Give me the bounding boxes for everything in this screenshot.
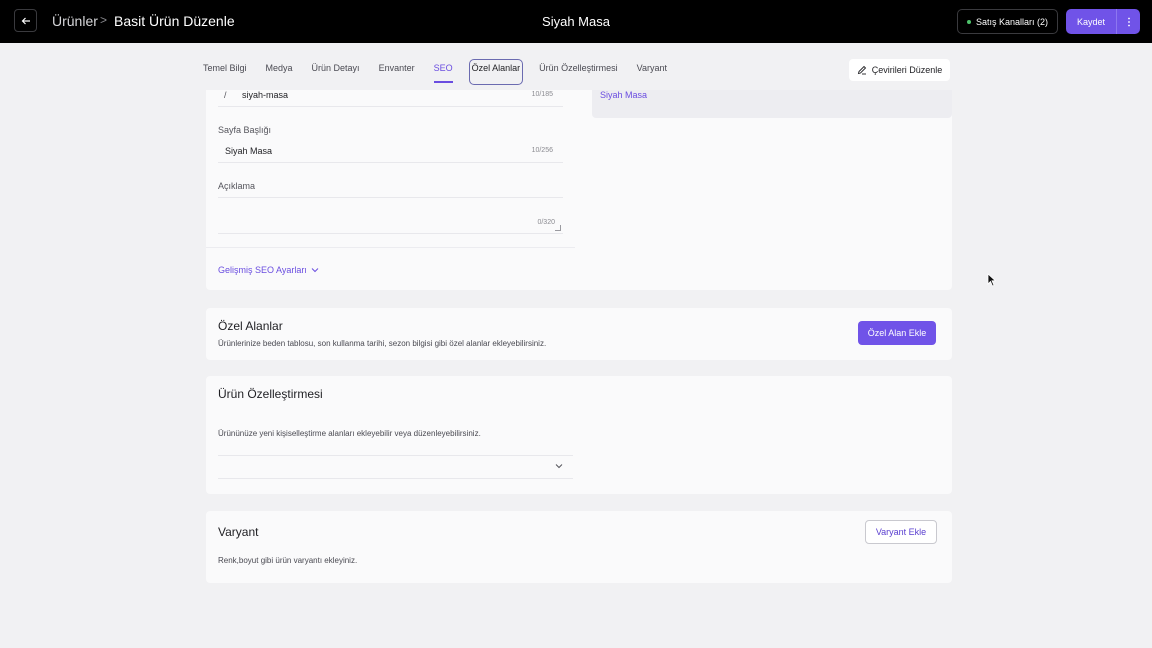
add-variant-button[interactable]: Varyant Ekle xyxy=(865,520,937,544)
description-label: Açıklama xyxy=(218,181,256,191)
page-title-char-count: 10/256 xyxy=(531,147,553,154)
seo-preview: Siyah Masa xyxy=(592,90,952,118)
seo-form: / siyah-masa 10/185 Sayfa Başlığı Siyah … xyxy=(206,90,575,248)
save-button-group: Kaydet xyxy=(1066,9,1140,34)
tab-envanter[interactable]: Envanter xyxy=(379,62,415,82)
pencil-icon xyxy=(857,65,866,75)
page-title-input[interactable]: Siyah Masa xyxy=(225,146,272,156)
advanced-seo-label: Gelişmiş SEO Ayarları xyxy=(218,265,307,275)
personalization-title: Ürün Özelleştirmesi xyxy=(218,387,323,401)
mouse-cursor-icon xyxy=(987,273,997,287)
tab-urun-detayi[interactable]: Ürün Detayı xyxy=(312,62,360,82)
seo-preview-title: Siyah Masa xyxy=(600,90,648,100)
top-bar: Ürünler > Basit Ürün Düzenle Siyah Masa … xyxy=(0,0,1152,43)
sales-channels-label: Satış Kanalları (2) xyxy=(975,16,1049,27)
sales-channels-button[interactable]: Satış Kanalları (2) xyxy=(957,9,1058,34)
advanced-seo-toggle[interactable]: Gelişmiş SEO Ayarları xyxy=(218,265,319,275)
chevron-down-icon xyxy=(311,268,319,273)
personalization-card: Ürün Özelleştirmesi Ürününüze yeni kişis… xyxy=(206,376,952,494)
variant-title: Varyant xyxy=(218,525,259,539)
status-dot-icon xyxy=(966,19,971,24)
section-tabs: Temel Bilgi Medya Ürün Detayı Envanter S… xyxy=(203,59,686,85)
tab-medya[interactable]: Medya xyxy=(266,62,293,82)
more-options-button[interactable] xyxy=(1116,9,1140,34)
tab-seo[interactable]: SEO xyxy=(433,62,453,83)
add-custom-field-button[interactable]: Özel Alan Ekle xyxy=(858,321,936,345)
description-textarea[interactable]: 0/320 xyxy=(218,197,563,234)
page-title-label: Sayfa Başlığı xyxy=(218,125,272,135)
custom-fields-title: Özel Alanlar xyxy=(218,319,283,333)
resize-handle-icon[interactable] xyxy=(555,225,561,231)
slug-prefix: / xyxy=(224,90,227,100)
seo-card: / siyah-masa 10/185 Sayfa Başlığı Siyah … xyxy=(206,90,952,290)
chevron-down-icon xyxy=(555,464,563,469)
variant-card: Varyant Renk,boyut gibi ürün varyantı ek… xyxy=(206,511,952,583)
custom-fields-description: Ürünlerinize beden tablosu, son kullanma… xyxy=(218,339,547,348)
tab-varyant[interactable]: Varyant xyxy=(637,62,667,82)
personalization-select[interactable] xyxy=(218,455,573,479)
tab-temel-bilgi[interactable]: Temel Bilgi xyxy=(203,62,247,82)
page-title-field[interactable]: Siyah Masa 10/256 xyxy=(218,143,563,163)
slug-char-count: 10/185 xyxy=(531,91,553,98)
edit-translations-button[interactable]: Çevirileri Düzenle xyxy=(849,59,950,81)
description-char-count: 0/320 xyxy=(537,219,555,226)
slug-input[interactable]: siyah-masa xyxy=(242,90,288,100)
save-button[interactable]: Kaydet xyxy=(1066,9,1116,34)
variant-description: Renk,boyut gibi ürün varyantı ekleyiniz. xyxy=(218,556,358,565)
vertical-dots-icon xyxy=(1127,17,1130,26)
custom-fields-card: Özel Alanlar Ürünlerinize beden tablosu,… xyxy=(206,308,952,360)
personalization-description: Ürününüze yeni kişiselleştirme alanları … xyxy=(218,429,481,438)
edit-translations-label: Çevirileri Düzenle xyxy=(871,65,943,75)
tab-urun-ozellestirmesi[interactable]: Ürün Özelleştirmesi xyxy=(539,62,618,82)
tab-ozel-alanlar[interactable]: Özel Alanlar xyxy=(468,59,524,85)
slug-field[interactable]: / siyah-masa 10/185 xyxy=(218,87,563,107)
